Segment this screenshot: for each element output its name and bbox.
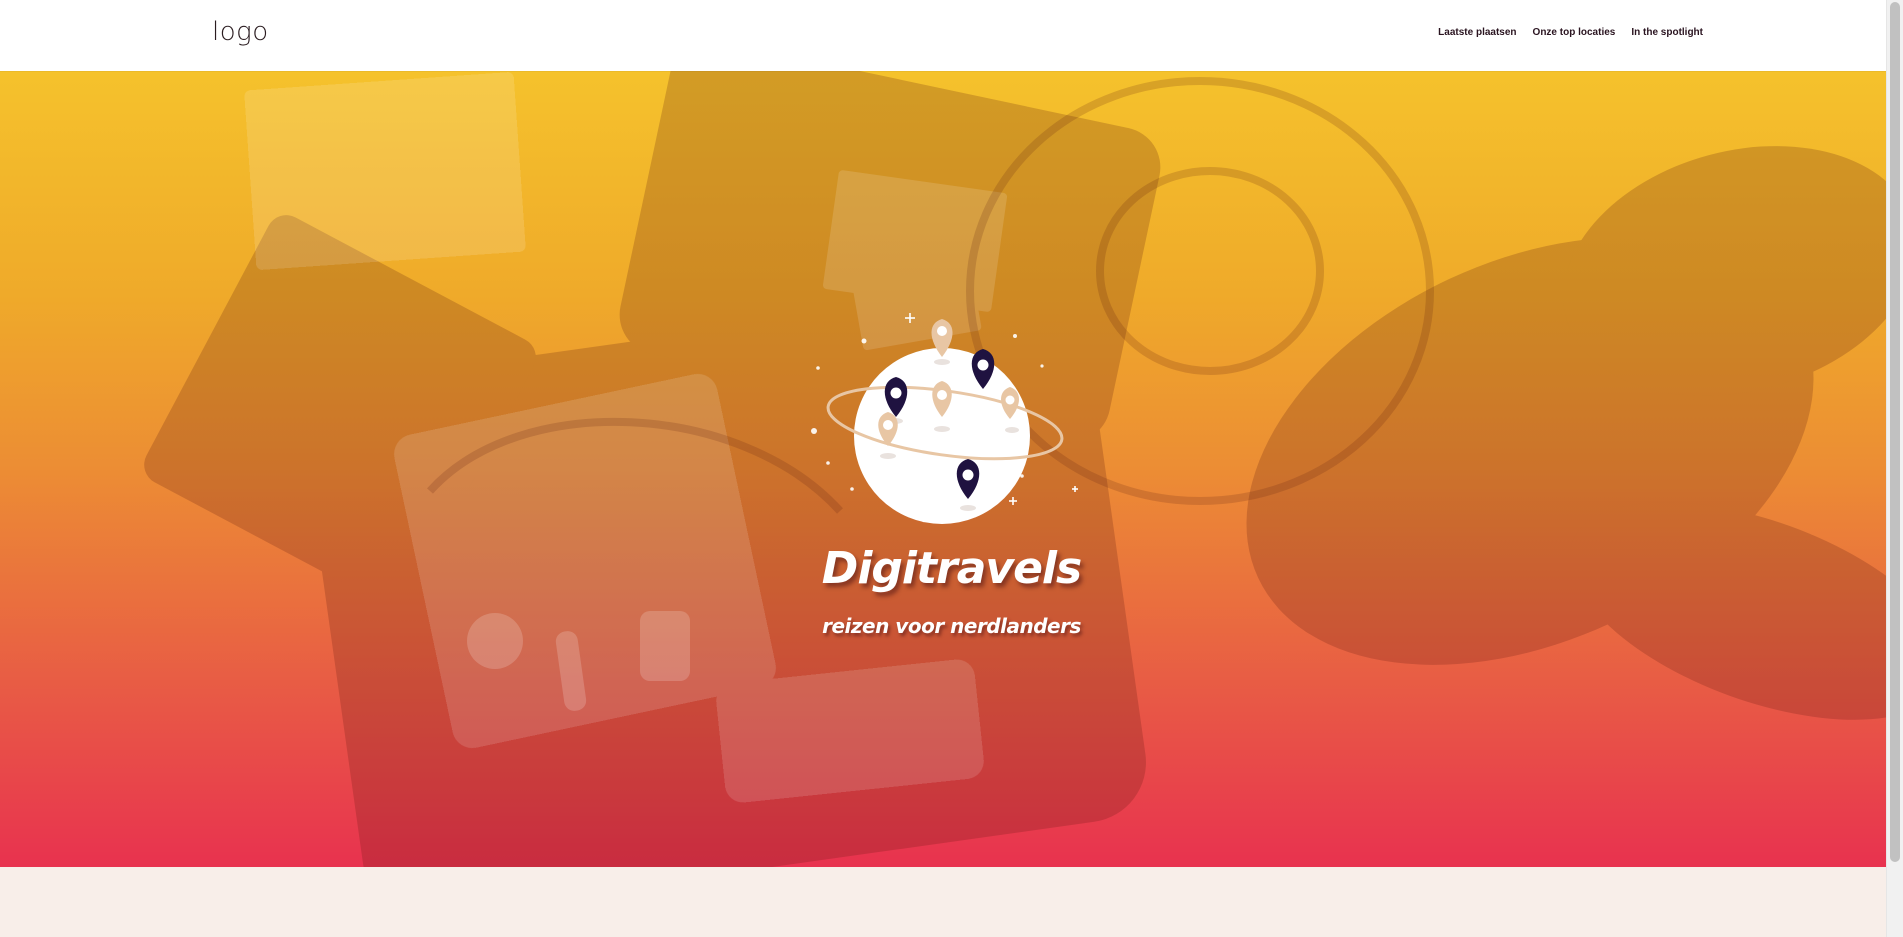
nav-link-in-the-spotlight[interactable]: In the spotlight (1631, 27, 1703, 38)
hero-banner: Digitravels reizen voor nerdlanders (0, 71, 1903, 867)
nav-link-laatste-plaatsen[interactable]: Laatste plaatsen (1438, 27, 1516, 38)
scrollbar-thumb[interactable] (1890, 2, 1900, 862)
hero-subtitle: reizen voor nerdlanders (822, 614, 1081, 638)
main-nav: Laatste plaatsen Onze top locaties In th… (1438, 27, 1703, 38)
page: logo Laatste plaatsen Onze top locaties … (0, 0, 1903, 937)
site-header: logo Laatste plaatsen Onze top locaties … (0, 0, 1903, 71)
site-logo[interactable]: logo (212, 17, 269, 47)
content-section-start (0, 867, 1903, 937)
hero-title: Digitravels (821, 543, 1082, 594)
page-scrollbar[interactable] (1886, 0, 1903, 937)
nav-link-onze-top-locaties[interactable]: Onze top locaties (1533, 27, 1616, 38)
